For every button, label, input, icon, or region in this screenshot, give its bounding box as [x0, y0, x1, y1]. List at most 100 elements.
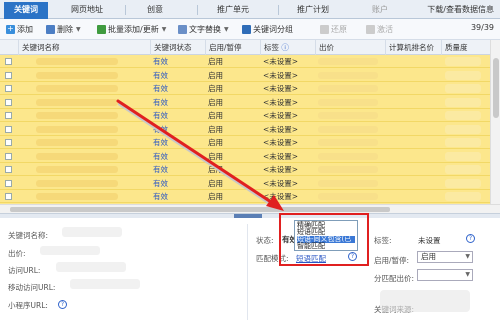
tag-cell[interactable]: <未设置> — [263, 55, 298, 68]
tag-cell[interactable]: <未设置> — [263, 150, 298, 163]
column-tag[interactable]: 标签 ⓘ — [260, 40, 315, 55]
bid-cell — [318, 58, 378, 65]
select-all-column[interactable] — [0, 40, 18, 55]
keyword-name-value — [62, 227, 122, 237]
add-button[interactable]: + 添加 — [6, 23, 33, 36]
tab-ad-groups[interactable]: 推广单元 — [205, 2, 261, 19]
enable-pause-cell[interactable]: 启用 — [208, 150, 223, 163]
keyword-name-cell — [36, 112, 118, 119]
tab-creatives[interactable]: 创意 — [132, 2, 178, 19]
row-checkbox[interactable] — [5, 193, 12, 200]
row-checkbox[interactable] — [5, 58, 12, 65]
column-keyword-status[interactable]: 关键词状态 — [150, 40, 205, 55]
tag-cell[interactable]: <未设置> — [263, 69, 298, 82]
keyword-status-cell: 有效 — [153, 97, 168, 107]
bulk-add-button[interactable]: 批量添加/更新 ▼ — [97, 23, 166, 36]
enable-pause-cell[interactable]: 启用 — [208, 55, 223, 68]
tag-cell[interactable]: <未设置> — [263, 136, 298, 149]
keyword-name-label: 关键词名称: — [8, 231, 49, 240]
panel-divider — [247, 224, 248, 320]
table-row[interactable]: 有效 启用 <未设置> — [0, 82, 490, 95]
keyword-name-cell — [36, 139, 118, 146]
row-checkbox[interactable] — [5, 152, 12, 160]
tag-cell[interactable]: <未设置> — [263, 190, 298, 203]
visit-url-value — [56, 262, 126, 272]
download-data-link[interactable]: 下载/查看数据信息 — [427, 2, 494, 19]
enable-pause-cell[interactable]: 启用 — [208, 136, 223, 149]
help-icon[interactable]: ? — [58, 300, 67, 309]
delete-button[interactable]: 删除 ▼ — [46, 23, 81, 36]
bulk-add-icon — [97, 25, 106, 34]
restore-button[interactable]: 还原 — [320, 23, 347, 36]
keyword-status-cell: 有效 — [153, 124, 168, 134]
enable-pause-cell[interactable]: 启用 — [208, 123, 223, 136]
row-checkbox[interactable] — [5, 125, 12, 133]
text-replace-button[interactable]: 文字替换 ▼ — [178, 23, 229, 36]
tab-bar: 关键词 网页地址 创意 推广单元 推广计划 账户 下载/查看数据信息 — [0, 0, 500, 19]
scroll-thumb[interactable] — [493, 58, 499, 118]
enable-pause-cell[interactable]: 启用 — [208, 177, 223, 190]
column-bid[interactable]: 出价 — [315, 40, 385, 55]
quality-cell — [445, 84, 481, 93]
enable-pause-cell[interactable]: 启用 — [208, 163, 223, 176]
table-row[interactable]: 有效 启用 <未设置> — [0, 123, 490, 136]
tab-campaigns[interactable]: 推广计划 — [285, 2, 341, 19]
tab-keywords[interactable]: 关键词 — [4, 2, 48, 19]
enable-pause-cell[interactable]: 启用 — [208, 109, 223, 122]
horizontal-scrollbar[interactable] — [0, 204, 500, 213]
table-row[interactable]: 有效 启用 <未设置> — [0, 96, 490, 109]
row-checkbox[interactable] — [5, 179, 12, 187]
quality-cell — [445, 178, 481, 188]
tag-cell[interactable]: <未设置> — [263, 163, 298, 176]
row-count: 39/39 — [470, 23, 494, 32]
quality-cell — [445, 138, 481, 147]
table-row[interactable]: 有效 启用 <未设置> — [0, 55, 490, 68]
quality-cell — [445, 165, 481, 174]
column-keyword-name[interactable]: 关键词名称 — [18, 40, 150, 55]
tag-cell[interactable]: <未设置> — [263, 82, 298, 95]
restore-label: 还原 — [331, 25, 347, 34]
row-checkbox[interactable] — [5, 98, 12, 106]
chevron-down-icon: ▼ — [465, 253, 470, 260]
table-row[interactable]: 有效 启用 <未设置> — [0, 190, 490, 203]
enable-pause-cell[interactable]: 启用 — [208, 82, 223, 95]
enable-pause-cell[interactable]: 启用 — [208, 96, 223, 109]
enable-pause-select[interactable]: 启用 ▼ — [417, 251, 473, 263]
row-checkbox[interactable] — [5, 112, 12, 119]
table-row[interactable]: 有效 启用 <未设置> — [0, 163, 490, 176]
column-quality[interactable]: 质量度 — [441, 40, 490, 55]
bid-cell — [318, 193, 378, 200]
tab-urls[interactable]: 网页地址 — [62, 2, 112, 19]
column-enable-pause[interactable]: 启用/暂停 — [205, 40, 260, 55]
table-row[interactable]: 有效 启用 <未设置> — [0, 136, 490, 149]
column-pc-rank-price[interactable]: 计算机排名价 — [385, 40, 441, 55]
bid-cell — [318, 179, 378, 187]
enable-pause-cell[interactable]: 启用 — [208, 69, 223, 82]
tag-cell[interactable]: <未设置> — [263, 177, 298, 190]
split-bid-select[interactable]: ▼ — [417, 269, 473, 281]
row-checkbox[interactable] — [5, 71, 12, 79]
table-row[interactable]: 有效 启用 <未设置> — [0, 177, 490, 190]
activate-button[interactable]: 激活 — [366, 23, 393, 36]
vertical-scrollbar[interactable] — [490, 40, 500, 204]
tag-value: 未设置 — [418, 236, 441, 245]
chevron-down-icon: ▼ — [465, 271, 470, 278]
row-checkbox[interactable] — [5, 139, 12, 146]
help-icon[interactable]: ? — [466, 234, 475, 243]
bid-cell — [318, 85, 378, 92]
activate-icon — [366, 25, 375, 34]
keyword-group-button[interactable]: 关键词分组 — [242, 23, 293, 36]
tag-cell[interactable]: <未设置> — [263, 109, 298, 122]
enable-pause-cell[interactable]: 启用 — [208, 190, 223, 203]
table-row[interactable]: 有效 启用 <未设置> — [0, 69, 490, 82]
row-checkbox[interactable] — [5, 166, 12, 173]
tab-account[interactable]: 账户 — [360, 2, 400, 19]
scroll-thumb[interactable] — [10, 207, 390, 212]
tag-cell[interactable]: <未设置> — [263, 123, 298, 136]
table-row[interactable]: 有效 启用 <未设置> — [0, 109, 490, 122]
chevron-down-icon: ▼ — [76, 26, 81, 33]
table-row[interactable]: 有效 启用 <未设置> — [0, 150, 490, 163]
tag-cell[interactable]: <未设置> — [263, 96, 298, 109]
row-checkbox[interactable] — [5, 85, 12, 92]
keyword-status-cell: 有效 — [153, 138, 168, 147]
